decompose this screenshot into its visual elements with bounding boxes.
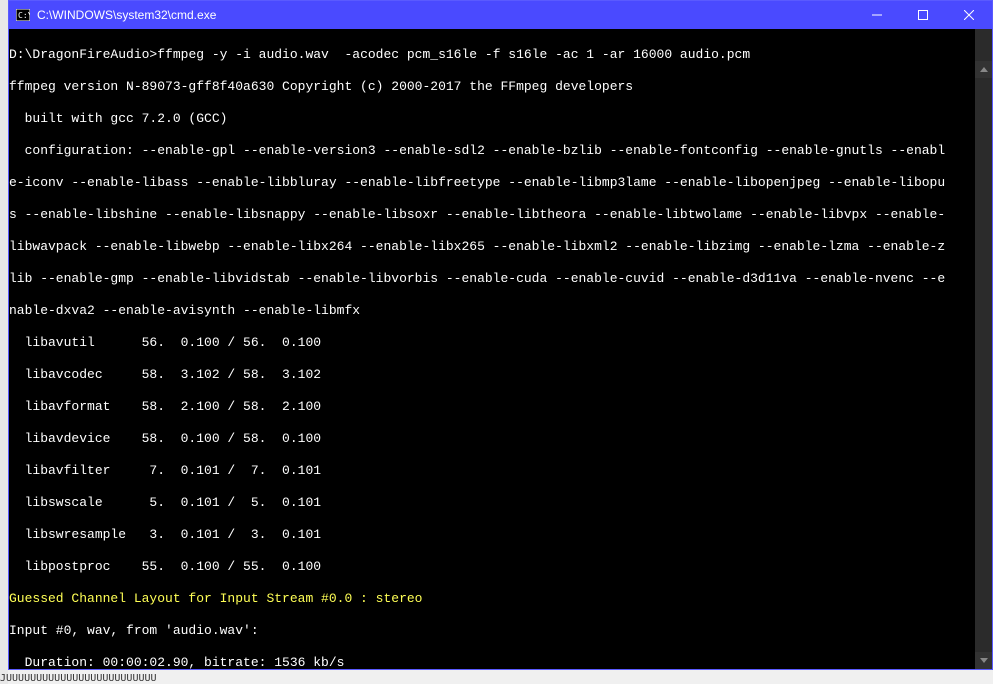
output-line: libavfilter 7. 0.101 / 7. 0.101: [9, 463, 975, 479]
output-line: libavdevice 58. 0.100 / 58. 0.100: [9, 431, 975, 447]
scroll-up-button[interactable]: [975, 61, 992, 78]
output-line-warning: Guessed Channel Layout for Input Stream …: [9, 591, 975, 607]
output-line: configuration: --enable-gpl --enable-ver…: [9, 143, 975, 159]
cmd-window: C:\ C:\WINDOWS\system32\cmd.exe D:\Drago…: [8, 0, 993, 670]
terminal-output: D:\DragonFireAudio>ffmpeg -y -i audio.wa…: [9, 31, 975, 669]
output-line: libpostproc 55. 0.100 / 55. 0.100: [9, 559, 975, 575]
output-line: libswscale 5. 0.101 / 5. 0.101: [9, 495, 975, 511]
output-line: ffmpeg version N-89073-gff8f40a630 Copyr…: [9, 79, 975, 95]
output-line: Duration: 00:00:02.90, bitrate: 1536 kb/…: [9, 655, 975, 669]
scroll-down-button[interactable]: [975, 652, 992, 669]
output-line: lib --enable-gmp --enable-libvidstab --e…: [9, 271, 975, 287]
background-edge: [0, 0, 8, 684]
window-controls: [854, 1, 992, 29]
output-line: Input #0, wav, from 'audio.wav':: [9, 623, 975, 639]
output-line: libavutil 56. 0.100 / 56. 0.100: [9, 335, 975, 351]
output-line: libavcodec 58. 3.102 / 58. 3.102: [9, 367, 975, 383]
output-line: s --enable-libshine --enable-libsnappy -…: [9, 207, 975, 223]
svg-text:C:\: C:\: [18, 11, 30, 20]
minimize-button[interactable]: [854, 1, 900, 29]
vertical-scrollbar[interactable]: [975, 29, 992, 669]
output-line: built with gcc 7.2.0 (GCC): [9, 111, 975, 127]
output-line: e-iconv --enable-libass --enable-libblur…: [9, 175, 975, 191]
background-text: JUUUUUUUUUUUUUUUUUUUUUUUUU: [0, 673, 157, 684]
prompt: D:\DragonFireAudio>: [9, 47, 157, 62]
output-line: libavformat 58. 2.100 / 58. 2.100: [9, 399, 975, 415]
window-title: C:\WINDOWS\system32\cmd.exe: [37, 8, 854, 22]
output-line: nable-dxva2 --enable-avisynth --enable-l…: [9, 303, 975, 319]
output-line: libswresample 3. 0.101 / 3. 0.101: [9, 527, 975, 543]
output-line: libwavpack --enable-libwebp --enable-lib…: [9, 239, 975, 255]
maximize-button[interactable]: [900, 1, 946, 29]
titlebar[interactable]: C:\ C:\WINDOWS\system32\cmd.exe: [9, 1, 992, 29]
terminal-area[interactable]: D:\DragonFireAudio>ffmpeg -y -i audio.wa…: [9, 29, 992, 669]
close-button[interactable]: [946, 1, 992, 29]
cmd-icon: C:\: [15, 7, 31, 23]
command-text: ffmpeg -y -i audio.wav -acodec pcm_s16le…: [157, 47, 750, 62]
